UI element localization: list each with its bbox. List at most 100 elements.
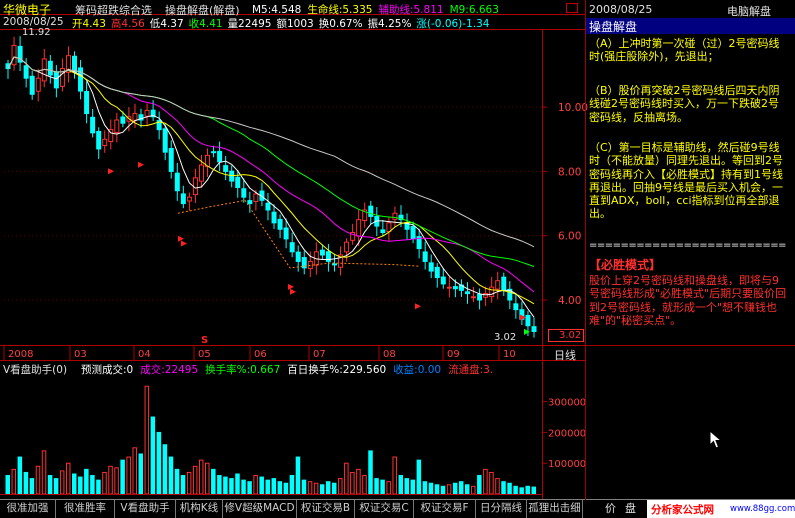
volume-bar xyxy=(519,487,524,495)
candle-body xyxy=(434,266,440,278)
candle-body xyxy=(428,262,434,272)
volume-bar xyxy=(84,468,89,495)
rule-c-text: （C）第一目标是辅助线，然后碰9号线时（不能放量）同理先退出。等回到2号密码线再… xyxy=(589,141,783,221)
volume-bar xyxy=(29,478,35,495)
indicator-tab[interactable]: 权证交易B xyxy=(297,500,355,518)
price-button[interactable]: 价 xyxy=(603,500,618,518)
candle-body xyxy=(162,128,168,153)
volume-bar xyxy=(41,450,47,495)
candle-body xyxy=(271,211,277,224)
legend-item: 涨(-0.06)-1.34 xyxy=(416,18,490,30)
volume-bar xyxy=(531,486,536,495)
candle-body xyxy=(84,90,90,115)
candle-body xyxy=(283,227,289,240)
rule-a-text: （A）上冲时第一次碰（过）2号密码线时(强庄股除外)，先退出； xyxy=(589,37,780,64)
legend-item: 成交:22495 xyxy=(140,364,199,376)
candle-body xyxy=(489,286,495,298)
volume-bar xyxy=(398,475,403,495)
board-button[interactable]: 盘 xyxy=(622,500,639,518)
candle-body xyxy=(331,263,337,266)
volume-bar xyxy=(307,481,313,495)
volume-bar xyxy=(362,475,367,495)
candle-body xyxy=(53,71,59,89)
volume-bar xyxy=(452,482,458,495)
volume-bar xyxy=(368,450,373,495)
candle-body xyxy=(477,293,483,301)
indicator-tab[interactable]: 很准胜率 xyxy=(56,500,115,518)
volume-bar xyxy=(338,478,343,495)
legend-item: 预测成交:0 xyxy=(81,364,134,376)
candle-body xyxy=(23,65,29,79)
candle-body xyxy=(422,251,428,262)
volume-bar xyxy=(464,484,470,495)
volume-bar xyxy=(331,482,337,495)
brand-url[interactable]: www.88gg.com xyxy=(730,504,795,514)
candle-body xyxy=(217,150,223,163)
candle-body xyxy=(513,303,519,311)
volume-bar xyxy=(277,481,283,495)
indicator-tab[interactable]: 权证交易F xyxy=(414,500,476,518)
legend-item: 收4.41 xyxy=(188,18,223,30)
candle-body xyxy=(223,165,229,172)
indicator-tab[interactable]: 孤狸出击细 xyxy=(527,500,583,518)
volume-bar xyxy=(144,385,150,495)
volume-bar xyxy=(525,485,530,495)
candle-body xyxy=(241,188,247,198)
indicator-tab[interactable]: V看盘助手 xyxy=(115,500,176,518)
volume-bar xyxy=(325,481,331,495)
month-label: 03 xyxy=(74,349,87,360)
indicator-tab[interactable]: 机构K线 xyxy=(176,500,223,518)
volume-bar xyxy=(344,462,349,495)
candle-body xyxy=(344,241,350,253)
candle-body xyxy=(277,218,283,230)
candle-body xyxy=(102,138,108,147)
legend-item: 流通盘:3. xyxy=(448,364,494,376)
volume-bar xyxy=(356,468,361,495)
candle-body xyxy=(90,116,96,134)
candle-body xyxy=(392,212,398,220)
legend-item: 换手率%:0.667 xyxy=(205,364,281,376)
volume-bar xyxy=(180,475,186,495)
volume-bar xyxy=(386,481,391,495)
candle-body xyxy=(483,293,489,298)
candle-body xyxy=(289,242,295,253)
candle-body xyxy=(96,130,102,150)
volume-bar xyxy=(186,471,192,495)
legend-item: 振4.25% xyxy=(367,18,412,30)
volume-bar xyxy=(471,485,476,495)
candle-body xyxy=(47,60,53,76)
volume-bar xyxy=(162,444,168,495)
panel-date: 2008/08/25 xyxy=(589,3,653,16)
candle-body xyxy=(144,109,150,117)
volume-bar xyxy=(271,478,277,495)
candle-body xyxy=(114,119,120,133)
panel-separator: ============================== xyxy=(589,240,787,251)
indicator-tab[interactable]: 日分隔线 xyxy=(476,500,527,518)
day-line-tab[interactable]: 日线 xyxy=(554,347,576,363)
candle-body xyxy=(531,326,537,332)
volume-bar xyxy=(513,485,518,495)
volume-bar xyxy=(422,481,428,495)
window-toggle-icon[interactable] xyxy=(566,3,578,13)
volume-bar xyxy=(434,484,440,495)
month-label: 10 xyxy=(503,349,516,360)
volume-tick-label: 200000 xyxy=(548,428,586,439)
volume-bar xyxy=(192,465,198,495)
volume-tick-label: 100000 xyxy=(548,459,586,470)
rule-b-text: （B）股价再突破2号密码线后四天内阴线碰2号密码线时买入，万一下跌破2号密码线，… xyxy=(589,84,780,124)
legend-item: 辅助线:5.811 xyxy=(378,4,444,16)
month-label: 07 xyxy=(313,349,326,360)
volume-bar xyxy=(253,475,258,495)
ma-legend: M5:4.548 生命线:5.335 辅助线:5.811 M9:6.663 xyxy=(252,2,505,17)
candle-body xyxy=(495,280,501,290)
indicator-tab[interactable]: 修V超级MACD xyxy=(223,500,297,518)
indicator-tab[interactable]: 很准加强 xyxy=(0,500,56,518)
legend-item: M9:6.663 xyxy=(449,4,499,16)
volume-bar xyxy=(174,468,180,495)
volume-legend: 预测成交:0 成交:22495 换手率%:0.667 百日换手%:229.560 收益:… xyxy=(81,362,500,377)
volume-bar xyxy=(235,473,240,495)
indicator-tab[interactable]: 权证交易C xyxy=(355,500,414,518)
brand-name: 分析家公式网 xyxy=(651,504,714,516)
volume-bar xyxy=(72,473,77,495)
legend-item: 量22495 xyxy=(227,18,272,30)
